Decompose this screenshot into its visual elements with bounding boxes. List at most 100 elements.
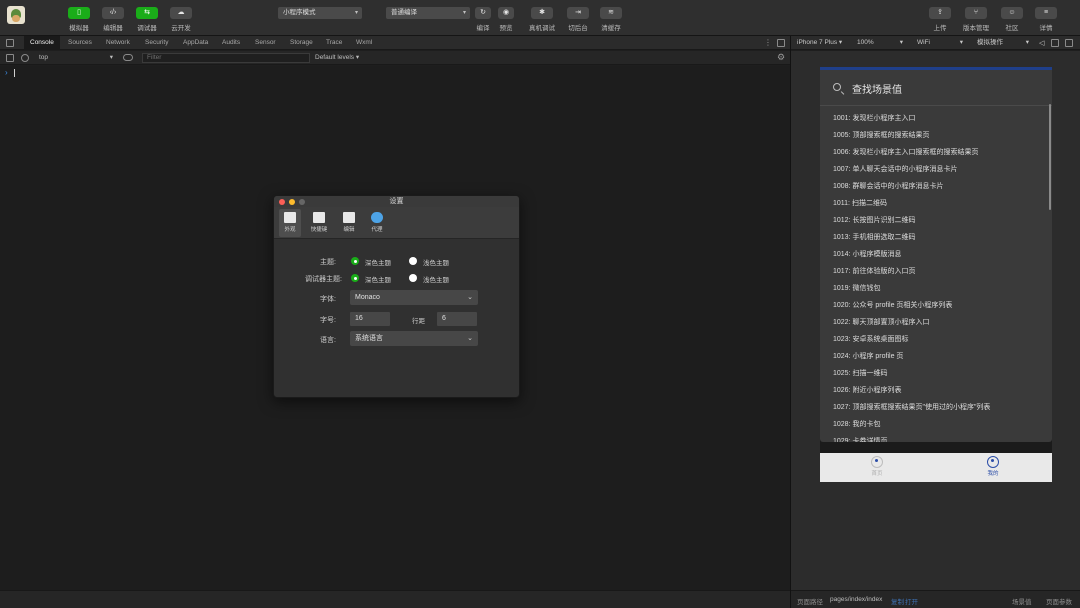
tab-editing[interactable]: 编辑 <box>338 209 360 237</box>
switch-icon: ⇥ <box>567 7 589 19</box>
context-select[interactable]: top ▾ <box>39 51 117 65</box>
user-icon <box>987 456 999 468</box>
app-avatar-icon[interactable] <box>7 6 25 24</box>
tab-mine-label: 我的 <box>987 471 999 477</box>
settings-dialog: 设置 外观 快捷键 编辑 代理 主题: 深色主题 浅色主题 调试器主题: 深色主… <box>273 195 520 398</box>
mode-select[interactable]: 小程序模式 ▾ <box>278 7 362 19</box>
volume-icon[interactable]: ◁ <box>1039 39 1044 47</box>
line-height-input[interactable]: 6 <box>437 312 477 326</box>
theme-light-radio[interactable] <box>409 257 417 265</box>
debugger-theme-light-radio[interactable] <box>409 274 417 282</box>
scene-list-item[interactable]: 1025: 扫描一维码 <box>820 365 1048 382</box>
close-window-icon[interactable] <box>279 199 285 205</box>
version-button[interactable]: ⑂ 版本管理 <box>963 7 989 32</box>
tab-shortcuts[interactable]: 快捷键 <box>308 209 330 237</box>
zoom-select[interactable]: 100% ▾ <box>857 36 903 50</box>
tab-sensor[interactable]: Sensor <box>249 36 282 50</box>
sidebar-toggle-icon[interactable] <box>6 54 14 62</box>
font-select[interactable]: Monaco ⌄ <box>350 290 478 305</box>
details-button[interactable]: ≡ 详情 <box>1033 7 1059 32</box>
font-size-input[interactable]: 16 <box>350 312 390 326</box>
tab-wxml[interactable]: Wxml <box>350 36 378 50</box>
network-select[interactable]: WiFi ▾ <box>917 36 963 50</box>
scene-list-item[interactable]: 1001: 发现栏小程序主入口 <box>820 110 1048 127</box>
debugger-theme-dark-radio[interactable] <box>351 274 359 282</box>
undock-icon[interactable] <box>1065 39 1073 47</box>
tab-mine[interactable]: 我的 <box>973 456 1013 477</box>
open-path-link[interactable]: 打开 <box>905 596 918 606</box>
scene-search-row[interactable]: 查找场景值 <box>820 70 1052 106</box>
log-levels-select[interactable]: Default levels ▾ <box>315 51 359 65</box>
scene-list-item[interactable]: 1008: 群聊会话中的小程序消息卡片 <box>820 178 1048 195</box>
phone-screen: 查找场景值 1001: 发现栏小程序主入口 1005: 顶部搜索框的搜索结果页 … <box>820 67 1052 482</box>
code-icon: ‹/› <box>102 7 124 19</box>
debugger-button[interactable]: ⇆ 调试器 <box>134 7 160 32</box>
tab-console[interactable]: Console <box>24 36 60 50</box>
gear-icon[interactable]: ⚙ <box>777 52 785 63</box>
scene-list-item[interactable]: 1024: 小程序 profile 页 <box>820 348 1048 365</box>
simulate-operation-select[interactable]: 模拟操作 ▾ <box>977 36 1029 50</box>
scene-list-item[interactable]: 1011: 扫描二维码 <box>820 195 1048 212</box>
tab-trace[interactable]: Trace <box>320 36 348 50</box>
scene-list-scrollbar[interactable] <box>1049 104 1051 210</box>
remote-debug-button[interactable]: ✱ 真机调试 <box>529 7 555 32</box>
chat-bubble-icon <box>871 456 883 468</box>
preview-button[interactable]: ◉ 预览 <box>493 7 519 32</box>
simulator-button[interactable]: ▯ 模拟器 <box>66 7 92 32</box>
language-select[interactable]: 系统语言 ⌄ <box>350 331 478 346</box>
upload-button[interactable]: ⇪ 上传 <box>927 7 953 32</box>
scene-list-item[interactable]: 1012: 长按图片识别二维码 <box>820 212 1048 229</box>
cloud-dev-button[interactable]: ☁ 云开发 <box>168 7 194 32</box>
scene-list: 1001: 发现栏小程序主入口 1005: 顶部搜索框的搜索结果页 1006: … <box>820 110 1048 442</box>
rotate-icon[interactable] <box>1051 39 1059 47</box>
copy-path-link[interactable]: 复制 <box>891 596 904 606</box>
community-button[interactable]: ☺ 社区 <box>999 7 1025 32</box>
clear-cache-button[interactable]: ≋ 清缓存 <box>598 7 624 32</box>
scene-list-item[interactable]: 1023: 安卓系统桌面图标 <box>820 331 1048 348</box>
background-button[interactable]: ⇥ 切后台 <box>565 7 591 32</box>
tab-audits[interactable]: Audits <box>216 36 246 50</box>
globe-icon <box>371 212 383 223</box>
debugger-theme-light-label: 浅色主题 <box>423 277 449 284</box>
page-path-label: 页面路径 <box>797 599 823 606</box>
eye-icon[interactable] <box>123 54 133 61</box>
theme-dark-radio[interactable] <box>351 257 359 265</box>
scene-list-item[interactable]: 1029: 卡券详情页 <box>820 433 1048 442</box>
inspect-icon[interactable] <box>6 39 14 47</box>
tab-proxy[interactable]: 代理 <box>366 209 388 237</box>
scene-value-button[interactable]: 场景值 <box>1012 596 1032 606</box>
scene-list-item[interactable]: 1028: 我的卡包 <box>820 416 1048 433</box>
tab-network[interactable]: Network <box>100 36 136 50</box>
tab-appearance[interactable]: 外观 <box>279 209 301 237</box>
tab-home[interactable]: 首页 <box>857 456 897 477</box>
scene-list-item[interactable]: 1027: 顶部搜索框搜索结果页"使用过的小程序"列表 <box>820 399 1048 416</box>
more-vertical-icon[interactable]: ⋮ <box>764 38 772 47</box>
scene-list-item[interactable]: 1007: 单人聊天会话中的小程序消息卡片 <box>820 161 1048 178</box>
scene-list-item[interactable]: 1006: 发现栏小程序主入口搜索框的搜索结果页 <box>820 144 1048 161</box>
page-params-button[interactable]: 页面参数 <box>1046 596 1072 606</box>
scene-search-title: 查找场景值 <box>852 85 902 96</box>
scene-list-item[interactable]: 1020: 公众号 profile 页相关小程序列表 <box>820 297 1048 314</box>
minimize-window-icon[interactable] <box>289 199 295 205</box>
editor-button[interactable]: ‹/› 编辑器 <box>100 7 126 32</box>
compile-select[interactable]: 普通编译 ▾ <box>386 7 470 19</box>
scene-list-item[interactable]: 1019: 微信钱包 <box>820 280 1048 297</box>
scene-list-item[interactable]: 1022: 聊天顶部置顶小程序入口 <box>820 314 1048 331</box>
clear-console-icon[interactable] <box>21 54 29 62</box>
edit-icon <box>343 212 355 223</box>
tab-security[interactable]: Security <box>139 36 174 50</box>
scene-list-item[interactable]: 1026: 附近小程序列表 <box>820 382 1048 399</box>
filter-input[interactable]: Filter <box>142 53 310 63</box>
chevron-down-icon: ▾ <box>1025 39 1029 46</box>
tab-sources[interactable]: Sources <box>62 36 98 50</box>
tab-storage[interactable]: Storage <box>284 36 319 50</box>
devtools-tabbar: Console Sources Network Security AppData… <box>0 36 790 50</box>
scene-list-item[interactable]: 1013: 手机相册选取二维码 <box>820 229 1048 246</box>
scene-list-item[interactable]: 1014: 小程序模版消息 <box>820 246 1048 263</box>
device-select[interactable]: iPhone 7 Plus ▾ <box>797 36 842 50</box>
details-label: 详情 <box>1039 25 1053 32</box>
scene-list-item[interactable]: 1017: 前往体验版的入口页 <box>820 263 1048 280</box>
tab-appdata[interactable]: AppData <box>177 36 214 50</box>
undock-icon[interactable] <box>777 39 785 47</box>
scene-list-item[interactable]: 1005: 顶部搜索框的搜索结果页 <box>820 127 1048 144</box>
